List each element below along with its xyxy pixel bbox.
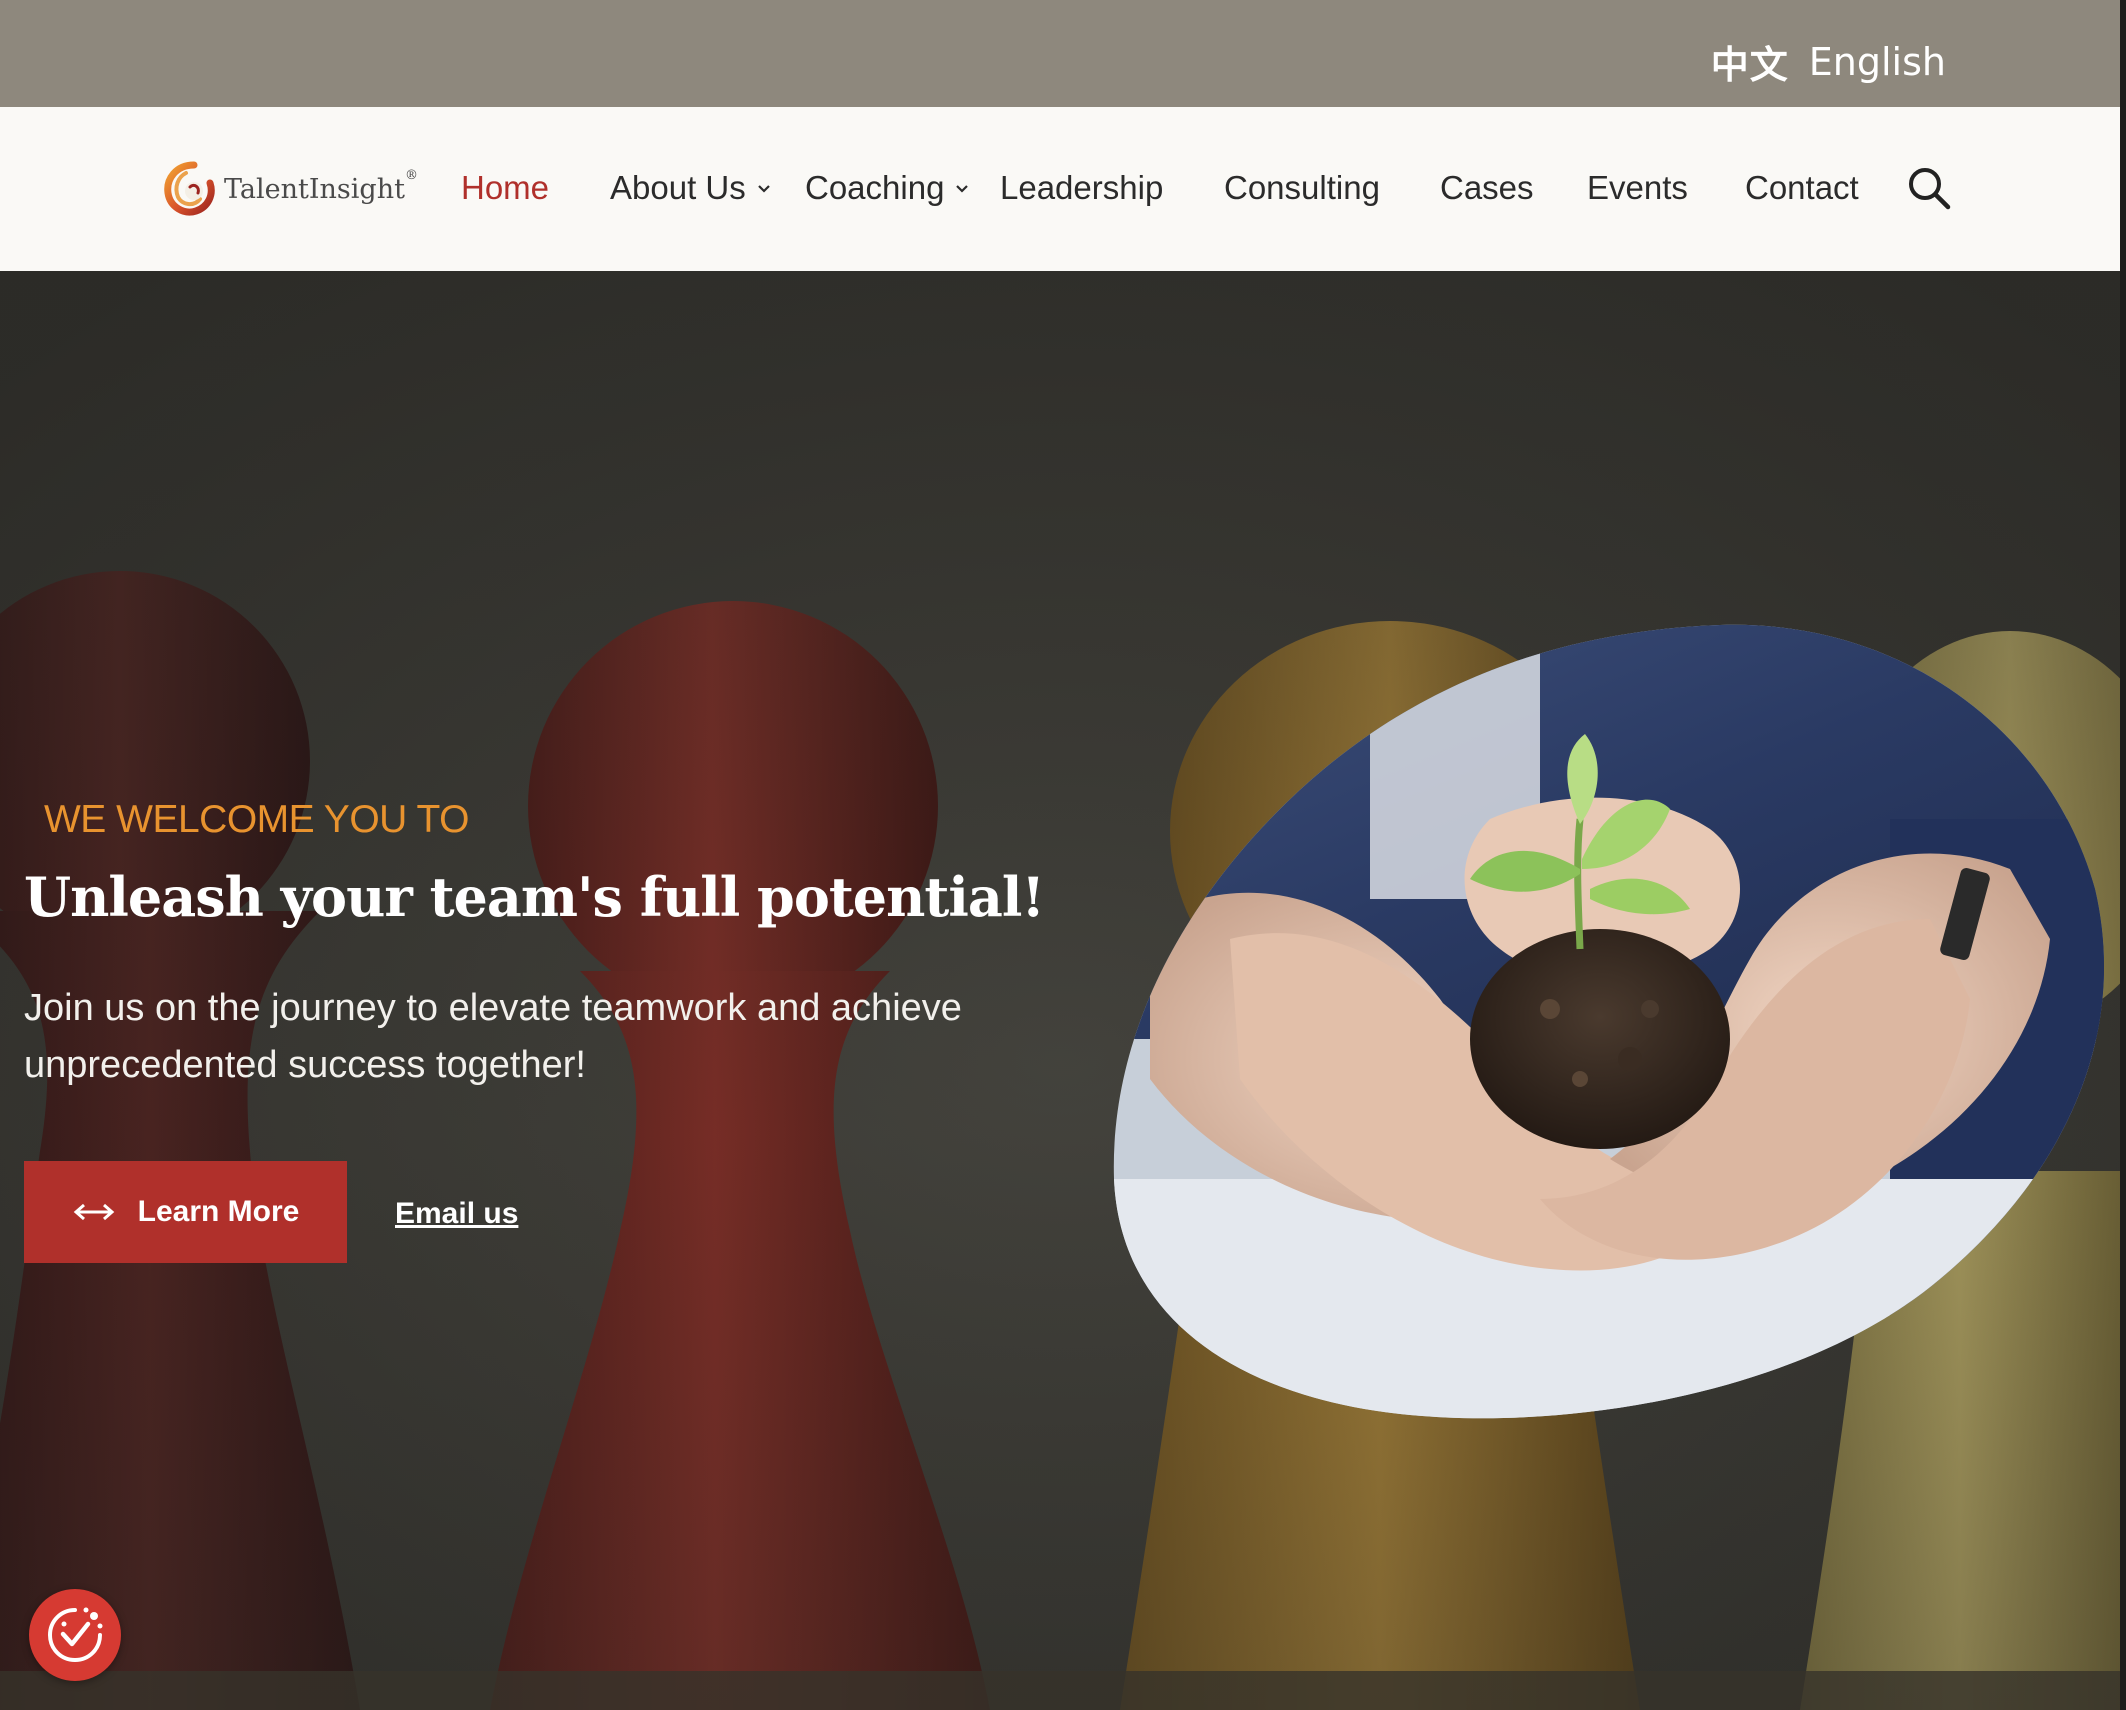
nav-item-cases[interactable]: Cases [1440, 169, 1534, 207]
email-us-link[interactable]: Email us [395, 1197, 518, 1231]
lang-english-link[interactable]: English [1809, 40, 1946, 84]
lang-chinese-link[interactable]: 中文 [1711, 34, 1789, 89]
learn-more-button[interactable]: Learn More [24, 1161, 347, 1263]
main-navbar: TalentInsight® Home About Us Coaching Le… [0, 107, 2120, 271]
nav-item-about-us[interactable]: About Us [610, 169, 772, 207]
nav-item-events[interactable]: Events [1587, 169, 1688, 207]
search-icon[interactable] [1906, 165, 1952, 211]
chevron-down-icon [757, 185, 770, 193]
nav-item-label: Leadership [1000, 169, 1164, 206]
nav-item-home[interactable]: Home [461, 169, 549, 207]
nav-item-consulting[interactable]: Consulting [1224, 169, 1380, 207]
nav-item-leadership[interactable]: Leadership [1000, 169, 1163, 207]
chevron-down-icon [956, 185, 969, 193]
horizontal-arrows-icon [73, 1203, 114, 1221]
nav-item-label: Coaching [805, 169, 945, 206]
nav-item-label: Cases [1440, 169, 1534, 206]
nav-item-label: Home [461, 169, 550, 206]
hero-eyebrow: WE WELCOME YOU TO [44, 798, 469, 841]
nav-item-label: Contact [1745, 169, 1859, 206]
language-switcher: 中文 English [1711, 34, 1946, 89]
window-edge [2120, 0, 2126, 1710]
hero-headline: Unleash your team's full potential! [24, 865, 1045, 929]
learn-more-label: Learn More [137, 1195, 300, 1228]
hands-seedling-feature-image [1113, 624, 2105, 1419]
nav-item-label: Consulting [1224, 169, 1380, 206]
nav-item-contact[interactable]: Contact [1745, 169, 1859, 207]
nav-item-label: Events [1587, 169, 1688, 206]
cookie-consent-button[interactable] [29, 1589, 121, 1681]
nav-item-coaching[interactable]: Coaching [805, 169, 970, 207]
hero-section: WE WELCOME YOU TO Unleash your team's fu… [0, 271, 2120, 1710]
cookie-consent-check-icon [47, 1607, 103, 1663]
nav-item-label: About Us [610, 169, 746, 206]
nav-menu: Home About Us Coaching Leadership Consul… [0, 107, 2120, 271]
hero-subtext: Join us on the journey to elevate teamwo… [24, 987, 962, 1086]
language-bar: 中文 English [0, 0, 2120, 107]
